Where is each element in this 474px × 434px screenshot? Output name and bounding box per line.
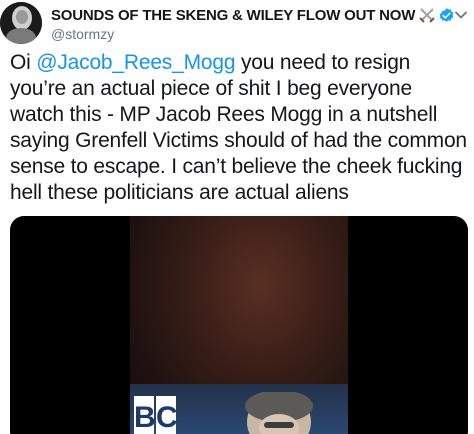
logo-letter: C [156, 396, 178, 434]
verified-badge-icon [438, 7, 455, 24]
video-player[interactable]: B C [10, 216, 468, 434]
display-name[interactable]: SOUNDS OF THE SKENG & WILEY FLOW OUT NOW [51, 7, 415, 24]
avatar[interactable] [0, 2, 42, 44]
mention-link[interactable]: @Jacob_Rees_Mogg [36, 51, 235, 74]
crossed-swords-icon [419, 7, 435, 23]
lbc-logo: B C [134, 396, 178, 434]
user-handle[interactable]: @stormzy [51, 26, 471, 42]
tweet-text: Oi @Jacob_Rees_Mogg you need to resign y… [10, 50, 470, 206]
video-person-image [224, 390, 334, 434]
chevron-down-icon[interactable] [454, 8, 468, 22]
name-row: SOUNDS OF THE SKENG & WILEY FLOW OUT NOW [51, 5, 471, 25]
tweet-header: SOUNDS OF THE SKENG & WILEY FLOW OUT NOW… [51, 5, 471, 42]
tweet-text-prefix: Oi [10, 51, 37, 74]
video-frame: B C [130, 216, 348, 434]
logo-letter: B [134, 396, 156, 434]
tweet: SOUNDS OF THE SKENG & WILEY FLOW OUT NOW… [0, 0, 474, 434]
